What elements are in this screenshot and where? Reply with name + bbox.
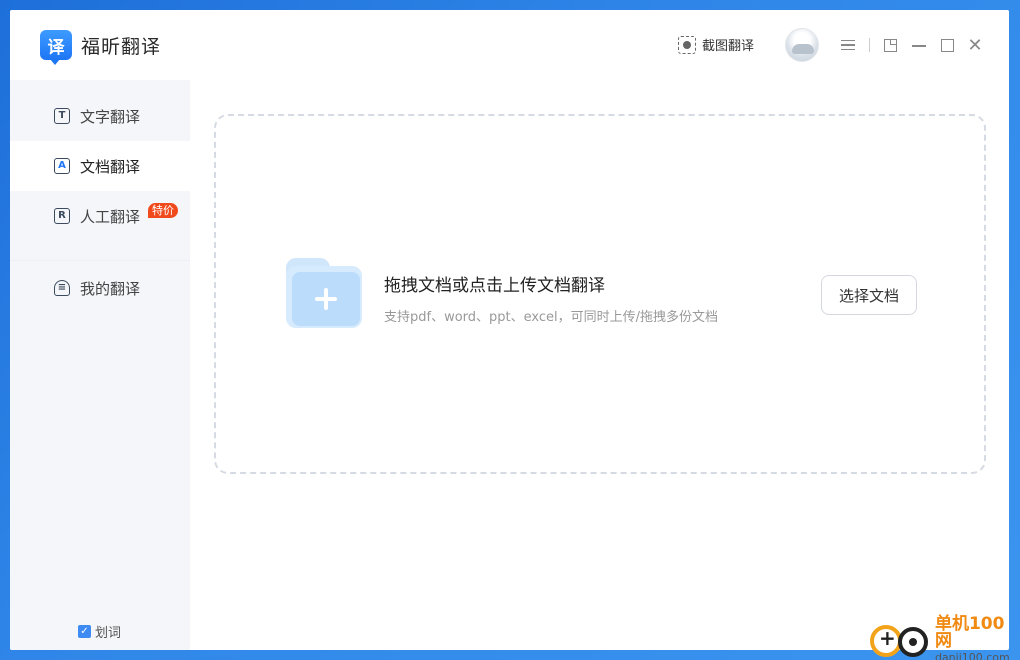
sidebar: T 文字翻译 A 文档翻译 R 人工翻译 特价 ≡ 我的翻译 ✓ 划词 bbox=[10, 80, 190, 650]
watermark-url: danji100.com bbox=[934, 651, 1010, 660]
dropzone-title: 拖拽文档或点击上传文档翻译 bbox=[384, 276, 605, 296]
sidebar-item-document-translate[interactable]: A 文档翻译 bbox=[10, 141, 190, 191]
screenshot-translate-label: 截图翻译 bbox=[702, 39, 755, 54]
app-logo-icon: 译 bbox=[40, 30, 72, 65]
folder-add-icon bbox=[286, 258, 362, 328]
app-name: 福昕翻译 bbox=[81, 35, 162, 58]
maximize-icon[interactable] bbox=[937, 36, 957, 54]
dropzone-subtitle: 支持pdf、word、ppt、excel，可同时上传/拖拽多份文档 bbox=[384, 310, 719, 325]
sidebar-item-my-translations[interactable]: ≡ 我的翻译 bbox=[10, 263, 190, 313]
sale-badge: 特价 bbox=[148, 203, 178, 218]
my-translations-icon: ≡ bbox=[54, 280, 70, 296]
checkbox-checked-icon[interactable]: ✓ bbox=[78, 625, 91, 638]
sidebar-item-label: 人工翻译 bbox=[80, 207, 141, 226]
menu-icon[interactable] bbox=[838, 36, 858, 54]
app-window: 译 福昕翻译 截图翻译 ✕ T 文字翻译 A 文档翻译 R 人工翻译 特价 ≡ … bbox=[10, 10, 1009, 650]
document-translate-icon: A bbox=[54, 158, 70, 174]
window-controls: ✕ bbox=[838, 35, 985, 56]
user-avatar[interactable] bbox=[785, 28, 819, 62]
text-translate-icon: T bbox=[54, 108, 70, 124]
sidebar-item-label: 文字翻译 bbox=[80, 107, 141, 126]
toolbar-divider bbox=[869, 38, 870, 52]
watermark: 单机100网 danji100.com bbox=[870, 616, 1020, 660]
watermark-text: 单机100网 bbox=[934, 614, 1005, 651]
app-logo: 译 福昕翻译 bbox=[40, 30, 162, 65]
upload-dropzone[interactable]: 拖拽文档或点击上传文档翻译 支持pdf、word、ppt、excel，可同时上传… bbox=[214, 114, 986, 474]
sidebar-divider bbox=[10, 260, 190, 261]
watermark-logo-icon bbox=[870, 621, 931, 659]
sidebar-item-label: 文档翻译 bbox=[80, 157, 141, 176]
close-icon[interactable]: ✕ bbox=[965, 35, 985, 56]
title-bar: 译 福昕翻译 截图翻译 ✕ bbox=[10, 10, 1009, 80]
human-translate-icon: R bbox=[54, 208, 70, 224]
choose-document-button[interactable]: 选择文档 bbox=[821, 275, 917, 315]
sidebar-item-text-translate[interactable]: T 文字翻译 bbox=[10, 91, 190, 141]
sidebar-item-human-translate[interactable]: R 人工翻译 特价 bbox=[10, 191, 190, 241]
huaci-label: 划词 bbox=[95, 626, 122, 641]
sidebar-item-label: 我的翻译 bbox=[80, 279, 141, 298]
camera-icon bbox=[678, 35, 696, 54]
minimize-icon[interactable] bbox=[909, 36, 929, 54]
mini-mode-icon[interactable] bbox=[880, 36, 900, 54]
screenshot-translate-button[interactable]: 截图翻译 bbox=[678, 35, 754, 54]
huaci-toggle[interactable]: ✓ 划词 bbox=[78, 622, 121, 641]
